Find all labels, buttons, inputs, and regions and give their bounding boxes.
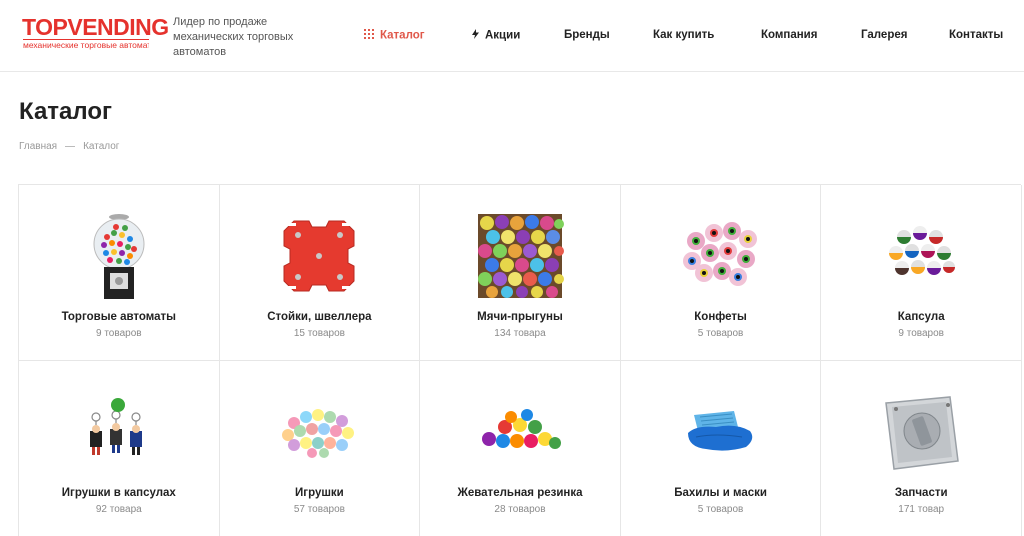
category-card-stands[interactable]: Стойки, швеллера 15 товаров (219, 185, 421, 361)
nav-item-catalog[interactable]: Каталог (364, 29, 425, 42)
category-name: Мячи-прыгуны (477, 311, 563, 323)
logo-subtext: механические торговые автоматы (23, 39, 149, 50)
grid-icon (364, 29, 374, 42)
gumball-machine-image (74, 211, 164, 301)
category-card-capsule-toys[interactable]: Игрушки в капсулах 92 товара (19, 361, 220, 536)
category-name: Жевательная резинка (457, 487, 583, 499)
site-tagline: Лидер по продаже механических торговых а… (173, 16, 294, 58)
keychains-image (74, 387, 164, 477)
nav-item-brands[interactable]: Бренды (564, 29, 610, 41)
breadcrumb-separator (65, 145, 76, 147)
nav-item-gallery[interactable]: Галерея (861, 29, 907, 41)
category-name: Конфеты (694, 311, 747, 323)
nav-label: Бренды (564, 29, 610, 41)
nav-item-company[interactable]: Компания (761, 29, 817, 41)
lightning-icon (472, 29, 479, 42)
nav-label: Компания (761, 29, 818, 41)
category-card-spare-parts[interactable]: Запчасти 171 товар (821, 361, 1022, 536)
category-card-chewing-gum[interactable]: Жевательная резинка 28 товаров (420, 361, 621, 536)
site-logo[interactable]: TOPVENDING механические торговые автомат… (22, 14, 169, 50)
category-count: 134 товара (494, 328, 546, 339)
nav-item-contacts[interactable]: Контакты (949, 29, 1003, 41)
nav-label: Каталог (380, 29, 425, 42)
nav-item-promotions[interactable]: Акции (472, 29, 520, 42)
category-count: 92 товара (95, 504, 142, 515)
gum-image (475, 387, 565, 477)
shoe-covers-image (676, 387, 766, 477)
category-count: 5 товаров (697, 504, 744, 515)
category-card-toys[interactable]: Игрушки 57 товаров (219, 361, 421, 536)
candies-image (676, 211, 766, 301)
logo-text: TOPVENDING (22, 14, 169, 40)
category-count: 9 товаров (898, 328, 944, 339)
category-card-candies[interactable]: Конфеты 5 товаров (620, 185, 822, 361)
category-name: Игрушки в капсулах (61, 487, 176, 499)
category-card-shoe-covers-masks[interactable]: Бахилы и маски 5 товаров (620, 361, 822, 536)
category-name: Капсула (897, 311, 945, 323)
category-card-bouncy-balls[interactable]: Мячи-прыгуны 134 товара (420, 185, 621, 361)
category-count: 57 товаров (293, 504, 345, 515)
site-header: TOPVENDING механические торговые автомат… (0, 0, 1024, 72)
category-name: Стойки, швеллера (267, 311, 372, 323)
category-name: Игрушки (295, 487, 344, 499)
category-count: 9 товаров (96, 328, 142, 339)
capsules-image (876, 211, 966, 301)
category-count: 5 товаров (697, 328, 744, 339)
nav-label: Как купить (653, 29, 715, 41)
category-grid: Торговые автоматы 9 товаров Стойки, швел… (18, 184, 1022, 536)
stand-image (274, 211, 364, 301)
category-name: Запчасти (894, 487, 948, 499)
coin-mechanism-image (876, 387, 966, 477)
nav-item-how-to-buy[interactable]: Как купить (653, 29, 714, 41)
nav-label: Галерея (861, 29, 908, 41)
page-title: Каталог (19, 98, 112, 125)
category-card-vending-machines[interactable]: Торговые автоматы 9 товаров (19, 185, 220, 361)
category-count: 15 товаров (293, 328, 345, 339)
toys-image (274, 387, 364, 477)
nav-label: Акции (485, 29, 521, 42)
category-name: Бахилы и маски (674, 487, 767, 499)
nav-label: Контакты (949, 29, 1004, 41)
breadcrumb-home-link[interactable]: Главная (19, 141, 57, 152)
category-count: 171 товар (898, 504, 945, 515)
bouncy-balls-image (475, 211, 565, 301)
category-card-capsules[interactable]: Капсула 9 товаров (821, 185, 1022, 361)
main-nav: Каталог Акции Бренды Как купить Компания… (360, 0, 1024, 72)
breadcrumb-current: Каталог (83, 141, 120, 152)
category-count: 28 товаров (494, 504, 546, 515)
category-name: Торговые автоматы (61, 311, 176, 323)
breadcrumb: Главная Каталог (19, 141, 119, 152)
